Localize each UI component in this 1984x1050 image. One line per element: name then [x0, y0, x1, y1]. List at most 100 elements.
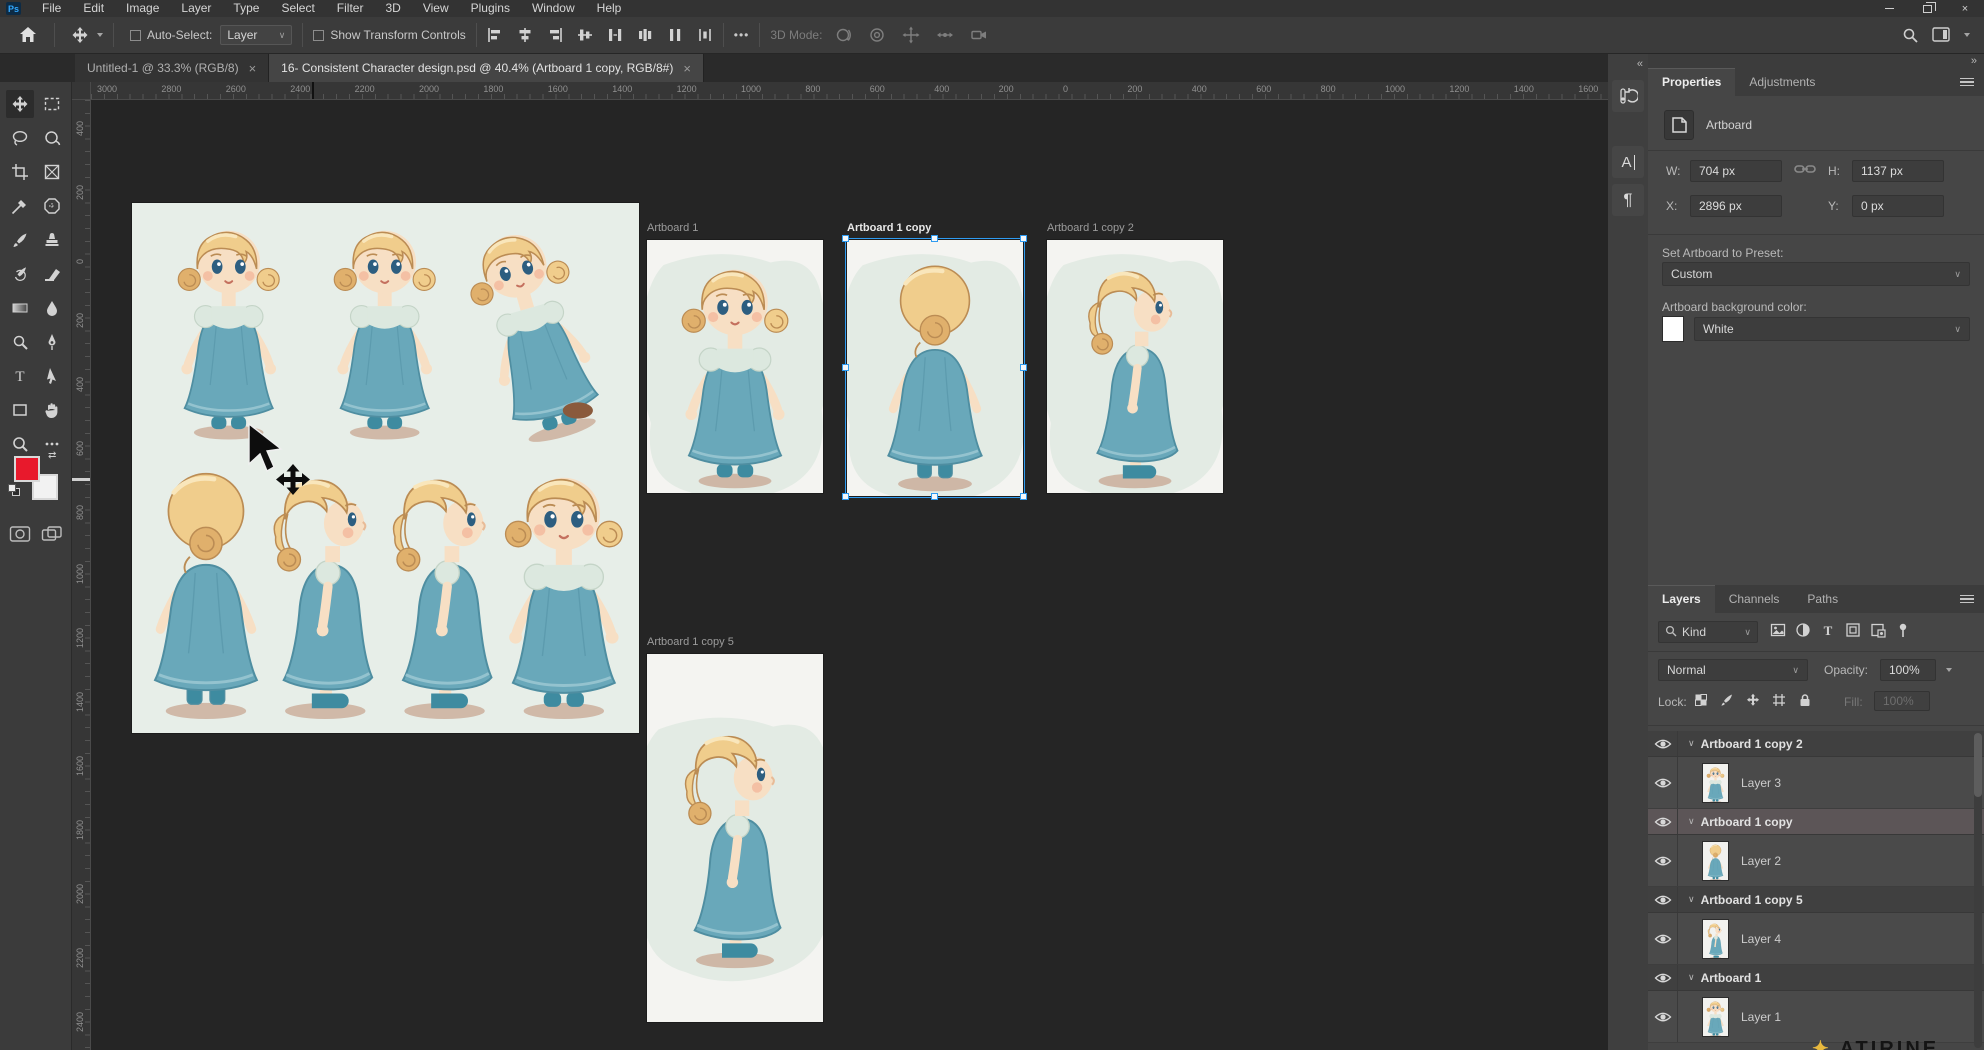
ruler-origin-corner[interactable]: [72, 82, 91, 100]
layer-row[interactable]: Layer 2: [1648, 835, 1984, 887]
lock-artboard-icon[interactable]: [1772, 693, 1786, 707]
eraser-tool-icon[interactable]: [38, 260, 66, 288]
close-tab-icon[interactable]: ×: [249, 61, 257, 76]
move-tool-icon[interactable]: [6, 90, 34, 118]
align-right-icon[interactable]: [547, 27, 563, 43]
layer-group-row[interactable]: ∨Artboard 1 copy 5: [1648, 887, 1984, 913]
artboard-canvas-label[interactable]: Artboard 1: [647, 222, 698, 234]
height-field[interactable]: 1137 px: [1852, 160, 1944, 182]
document-tab-1[interactable]: Untitled-1 @ 33.3% (RGB/8)×: [75, 54, 269, 82]
screen-mode-icon[interactable]: [38, 520, 66, 548]
pin-filter-icon[interactable]: [1895, 622, 1911, 643]
character-reference-image[interactable]: [132, 203, 639, 733]
shape-layer-filter-icon[interactable]: [1845, 622, 1861, 643]
visibility-eye-icon[interactable]: [1648, 913, 1678, 964]
preset-dropdown[interactable]: Custom∨: [1662, 262, 1970, 286]
layer-row[interactable]: Layer 3: [1648, 757, 1984, 809]
character-panel-icon[interactable]: A: [1612, 146, 1644, 178]
menu-item-image[interactable]: Image: [115, 0, 170, 17]
artboard-3[interactable]: [1047, 240, 1223, 493]
menu-item-plugins[interactable]: Plugins: [460, 0, 521, 17]
artboard-1[interactable]: [647, 240, 823, 493]
distribute-right-edge-icon[interactable]: [667, 27, 683, 43]
smart-object-filter-icon[interactable]: [1870, 622, 1886, 643]
menu-item-select[interactable]: Select: [270, 0, 325, 17]
lock-transparent-icon[interactable]: [1694, 693, 1708, 707]
group-caret-icon[interactable]: ∨: [1688, 894, 1695, 905]
layer-row[interactable]: Layer 4: [1648, 913, 1984, 965]
collapse-panels-icon[interactable]: «: [1637, 58, 1642, 70]
layer-group-row[interactable]: ∨Artboard 1: [1648, 965, 1984, 991]
align-left-icon[interactable]: [487, 27, 503, 43]
show-transform-checkbox[interactable]: [313, 30, 324, 41]
visibility-eye-icon[interactable]: [1648, 991, 1678, 1042]
patch-tool-icon[interactable]: [38, 192, 66, 220]
align-top-icon[interactable]: [577, 27, 593, 43]
blur-tool-icon[interactable]: [38, 294, 66, 322]
lock-all-icon[interactable]: [1798, 693, 1812, 707]
tab-layers[interactable]: Layers: [1648, 585, 1715, 613]
panel-menu-icon[interactable]: [1960, 593, 1974, 606]
auto-select-target-dropdown[interactable]: Layer ∨: [220, 25, 292, 45]
artboard-canvas-label[interactable]: Artboard 1 copy 2: [1047, 222, 1134, 234]
type-tool-icon[interactable]: T: [6, 362, 34, 390]
marquee-tool-icon[interactable]: [38, 90, 66, 118]
blend-mode-dropdown[interactable]: Normal∨: [1658, 659, 1808, 681]
path-select-tool-icon[interactable]: [38, 362, 66, 390]
menu-item-window[interactable]: Window: [521, 0, 586, 17]
history-panel-icon[interactable]: [1612, 80, 1644, 112]
artboard-4[interactable]: [647, 654, 823, 1022]
width-field[interactable]: 704 px: [1690, 160, 1782, 182]
pen-tool-icon[interactable]: [38, 328, 66, 356]
tab-paths[interactable]: Paths: [1793, 586, 1852, 613]
hand-tool-icon[interactable]: [38, 396, 66, 424]
align-center-h-icon[interactable]: [517, 27, 533, 43]
slide-3d-icon[interactable]: [936, 26, 954, 44]
distribute-vertical-icon[interactable]: [607, 27, 623, 43]
menu-item-layer[interactable]: Layer: [170, 0, 222, 17]
link-dimensions-icon[interactable]: [1794, 162, 1816, 181]
paragraph-panel-icon[interactable]: ¶: [1612, 184, 1644, 216]
close-window-icon[interactable]: ×: [1946, 0, 1984, 17]
workspace-icon[interactable]: [1932, 27, 1950, 43]
menu-item-type[interactable]: Type: [222, 0, 270, 17]
menu-item-file[interactable]: File: [31, 0, 72, 17]
opacity-caret-icon[interactable]: [1946, 668, 1952, 672]
menu-item-3d[interactable]: 3D: [374, 0, 411, 17]
frame-tool-icon[interactable]: [38, 158, 66, 186]
foreground-color-swatch[interactable]: [14, 456, 40, 482]
lasso-tool-icon[interactable]: [6, 124, 34, 152]
gradient-tool-icon[interactable]: [6, 294, 34, 322]
y-field[interactable]: 0 px: [1852, 195, 1944, 217]
tool-preset-caret-icon[interactable]: [97, 33, 103, 37]
adjustment-layer-filter-icon[interactable]: [1795, 622, 1811, 643]
distribute-center-icon[interactable]: [637, 27, 653, 43]
rectangle-tool-icon[interactable]: [6, 396, 34, 424]
group-caret-icon[interactable]: ∨: [1688, 738, 1695, 749]
swap-colors-icon[interactable]: ⇄: [48, 450, 56, 461]
history-brush-tool-icon[interactable]: [6, 260, 34, 288]
x-field[interactable]: 2896 px: [1690, 195, 1782, 217]
menu-item-view[interactable]: View: [412, 0, 460, 17]
artboard-canvas-label[interactable]: Artboard 1 copy: [847, 222, 931, 234]
bg-color-swatch[interactable]: [1662, 316, 1684, 342]
layer-group-row[interactable]: ∨Artboard 1 copy: [1648, 809, 1984, 835]
close-tab-icon[interactable]: ×: [683, 61, 691, 76]
menu-item-help[interactable]: Help: [586, 0, 633, 17]
horizontal-ruler[interactable]: 3000280026002400220020001800160014001200…: [91, 82, 1608, 100]
clone-stamp-tool-icon[interactable]: [38, 226, 66, 254]
object-select-tool-icon[interactable]: [38, 124, 66, 152]
chevron-down-icon[interactable]: [1964, 33, 1970, 37]
panel-menu-icon[interactable]: [1960, 76, 1974, 89]
dolly-3d-icon[interactable]: [970, 26, 988, 44]
move-tool-options-icon[interactable]: [65, 26, 95, 44]
tab-channels[interactable]: Channels: [1715, 586, 1794, 613]
home-icon[interactable]: [12, 25, 44, 45]
menu-item-filter[interactable]: Filter: [326, 0, 375, 17]
layer-group-row[interactable]: ∨Artboard 1 copy 2: [1648, 731, 1984, 757]
visibility-eye-icon[interactable]: [1648, 731, 1678, 756]
document-tab-2[interactable]: 16- Consistent Character design.psd @ 40…: [269, 54, 704, 82]
lock-move-icon[interactable]: [1746, 693, 1760, 707]
visibility-eye-icon[interactable]: [1648, 965, 1678, 990]
menu-item-edit[interactable]: Edit: [72, 0, 115, 17]
